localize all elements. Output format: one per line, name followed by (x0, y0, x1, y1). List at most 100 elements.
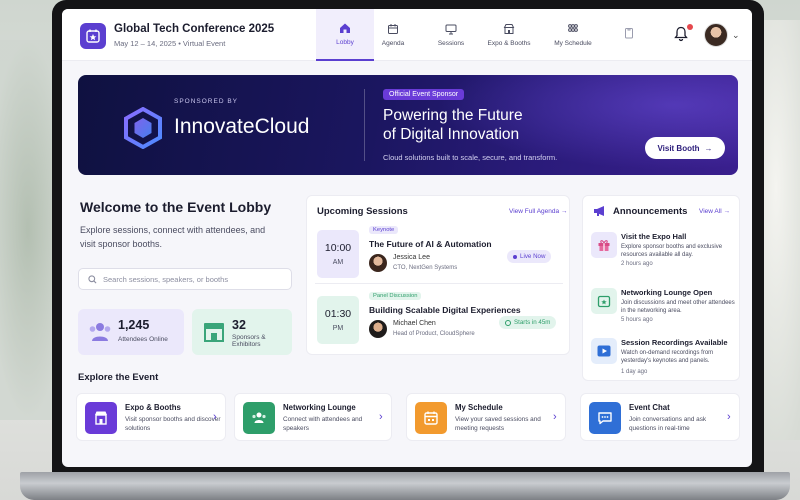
announcement-time: 1 day ago (621, 369, 648, 375)
welcome-subtitle: Explore sessions, connect with attendees… (80, 225, 266, 249)
tab-agenda[interactable]: Agenda (364, 9, 422, 61)
sponsored-by-label: SPONSORED BY (174, 98, 239, 105)
announcement-desc: Explore sponsor booths and exclusive res… (621, 244, 723, 258)
explore-card-desc: Connect with attendees and speakers (283, 416, 363, 432)
announcement-time: 2 hours ago (621, 261, 653, 267)
banner-headline-line-2: of Digital Innovation (383, 126, 520, 143)
tab-label: Expo & Booths (487, 40, 531, 47)
gift-icon (591, 232, 617, 258)
star-calendar-icon[interactable] (80, 23, 106, 49)
announcement-title: Visit the Expo Hall (621, 232, 687, 241)
chevron-right-icon: › (727, 411, 731, 423)
search-input[interactable] (103, 274, 283, 284)
tab-my-schedule[interactable]: My Schedule (544, 9, 602, 61)
speaker-name: Jessica Lee (393, 254, 430, 261)
starts-in-badge[interactable]: Starts in 45m (499, 316, 557, 329)
banner-subtext: Cloud solutions built to scale, secure, … (383, 153, 558, 162)
play-icon (591, 338, 617, 364)
visit-booth-button[interactable]: Visit Booth → (645, 137, 725, 159)
sessions-title: Upcoming Sessions (317, 206, 408, 217)
explore-card-desc: Visit sponsor booths and discover soluti… (125, 416, 221, 432)
announcement-title: Networking Lounge Open (621, 288, 713, 297)
attendees-count: 1,245 (118, 318, 150, 332)
calendar-icon (388, 24, 398, 34)
chevron-right-icon: › (379, 411, 383, 423)
calendar-star-icon (591, 288, 617, 314)
top-bar: Global Tech Conference 2025 May 12 – 14,… (62, 9, 752, 61)
sponsor-banner: SPONSORED BY InnovateCloud Official Even… (78, 75, 738, 175)
banner-headline-line-1: Powering the Future (383, 107, 523, 124)
explore-card-title: Expo & Booths (125, 403, 181, 412)
user-avatar[interactable] (704, 23, 728, 47)
home-icon (340, 23, 350, 33)
event-dates: May 12 – 14, 2025 • Virtual Event (114, 39, 226, 48)
tab-expo-booths[interactable]: Expo & Booths (480, 9, 538, 61)
chevron-down-icon[interactable]: ⌄ (732, 30, 740, 41)
speaker-name: Michael Chen (393, 320, 436, 327)
megaphone-icon (594, 206, 604, 216)
session-item[interactable]: 01:30 PM Panel Discussion Building Scala… (315, 292, 563, 348)
explore-event-chat-card[interactable]: Event Chat Join conversations and ask qu… (580, 393, 740, 441)
live-dot-icon (513, 254, 517, 259)
sponsors-label: Sponsors & Exhibitors (232, 334, 266, 348)
users-icon (89, 323, 111, 341)
search-icon (88, 274, 97, 283)
chat-icon (589, 402, 621, 434)
speaker-role: Head of Product, CloudSphere (393, 331, 475, 337)
bell-icon[interactable] (674, 26, 688, 47)
session-tag: Keynote (369, 226, 399, 234)
badge-icon (625, 27, 633, 38)
event-title: Global Tech Conference 2025 (114, 23, 275, 35)
explore-card-title: My Schedule (455, 403, 503, 412)
hexagon-logo-icon (124, 107, 162, 149)
notification-dot (687, 24, 693, 30)
storefront-icon (85, 402, 117, 434)
chevron-right-icon: › (213, 411, 217, 423)
session-tag: Panel Discussion (369, 292, 422, 300)
session-item[interactable]: 10:00 AM Keynote The Future of AI & Auto… (315, 226, 563, 282)
explore-card-desc: Join conversations and ask questions in … (629, 416, 707, 432)
sponsor-pill: Official Event Sponsor (383, 89, 465, 100)
tab-label: Agenda (381, 40, 405, 47)
tab-label: Lobby (336, 39, 354, 46)
tab-badge[interactable] (600, 9, 658, 61)
explore-my-schedule-card[interactable]: My Schedule View your saved sessions and… (406, 393, 566, 441)
view-full-agenda-link[interactable]: View Full Agenda → (509, 208, 567, 215)
speaker-role: CTO, NextGen Systems (393, 265, 458, 271)
announcement-desc: Join discussions and meet other attendee… (621, 300, 735, 314)
announcements-title: Announcements (613, 206, 688, 217)
chevron-right-icon: › (553, 411, 557, 423)
upcoming-sessions-card: Upcoming Sessions View Full Agenda → 10:… (306, 195, 570, 355)
speaker-avatar (369, 254, 387, 272)
tab-label: My Schedule (554, 40, 592, 47)
app-window: Global Tech Conference 2025 May 12 – 14,… (62, 9, 752, 467)
grid-icon (568, 24, 578, 32)
attendees-stat: 1,245 Attendees Online (78, 309, 184, 355)
banner-divider (364, 89, 365, 161)
divider (315, 283, 563, 284)
announcement-title: Session Recordings Available (621, 338, 728, 347)
session-title: Building Scalable Digital Experiences (369, 305, 521, 315)
tab-sessions[interactable]: Sessions (422, 9, 480, 61)
announcements-card: Announcements View All → Visit the Expo … (582, 195, 740, 381)
session-time: 01:30 PM (317, 296, 359, 344)
sponsor-brand-name: InnovateCloud (174, 115, 310, 138)
live-now-badge[interactable]: Live Now (507, 250, 552, 263)
storefront-icon (204, 323, 224, 342)
presentation-icon (445, 24, 457, 35)
explore-card-desc: View your saved sessions and meeting req… (455, 416, 541, 432)
explore-title: Explore the Event (78, 372, 159, 383)
explore-expo-booths-card[interactable]: Expo & Booths Visit sponsor booths and d… (76, 393, 226, 441)
announcement-item[interactable]: Session Recordings Available Watch on-de… (591, 338, 737, 380)
speaker-avatar (369, 320, 387, 338)
booth-icon (503, 24, 515, 34)
explore-networking-lounge-card[interactable]: Networking Lounge Connect with attendees… (234, 393, 392, 441)
session-time: 10:00 AM (317, 230, 359, 278)
sponsors-stat: 32 Sponsors & Exhibitors (192, 309, 292, 355)
search-field[interactable] (78, 268, 292, 290)
announcement-item[interactable]: Networking Lounge Open Join discussions … (591, 288, 737, 334)
announcement-item[interactable]: Visit the Expo Hall Explore sponsor boot… (591, 232, 737, 278)
view-all-link[interactable]: View All → (699, 208, 730, 215)
tab-label: Sessions (437, 40, 465, 47)
clock-icon (505, 319, 511, 326)
